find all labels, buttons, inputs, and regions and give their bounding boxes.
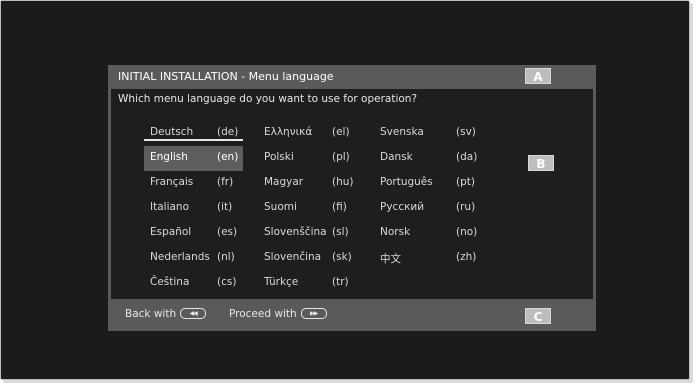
language-list-area: Which menu language do you want to use f… (111, 89, 593, 299)
language-name[interactable]: Deutsch (150, 126, 193, 138)
language-name[interactable]: Ελληνικά (264, 126, 312, 138)
marker-c: C (525, 308, 551, 324)
dialog-title-bar: INITIAL INSTALLATION - Menu language A (108, 65, 596, 89)
language-code: (sv) (456, 126, 476, 138)
language-code: (en) (217, 151, 239, 163)
back-label: Back with (125, 308, 177, 320)
language-name[interactable]: Türkçe (264, 276, 298, 288)
rewind-icon: ◀◀ (180, 307, 207, 319)
language-code: (de) (217, 126, 239, 138)
language-name[interactable]: Nederlands (150, 251, 210, 263)
language-code: (pt) (456, 176, 475, 188)
language-name[interactable]: Русский (380, 201, 424, 213)
language-code: (fi) (332, 201, 347, 213)
language-code: (tr) (332, 276, 349, 288)
language-name[interactable]: Português (380, 176, 433, 188)
language-name[interactable]: Polski (264, 151, 294, 163)
language-code: (ru) (456, 201, 476, 213)
language-code: (nl) (217, 251, 235, 263)
marker-a: A (525, 68, 551, 84)
language-code: (it) (217, 201, 233, 213)
language-name[interactable]: Slovenščina (264, 226, 327, 238)
language-code: (el) (332, 126, 350, 138)
language-name[interactable]: Dansk (380, 151, 413, 163)
language-code: (hu) (332, 176, 354, 188)
proceed-hint[interactable]: Proceed with ▶▶ (229, 307, 327, 320)
dialog-footer: Back with ◀◀ Proceed with ▶▶ C (108, 301, 596, 331)
language-name[interactable]: Italiano (150, 201, 189, 213)
language-name[interactable]: Norsk (380, 226, 410, 238)
language-name[interactable]: English (150, 151, 188, 163)
proceed-label: Proceed with (229, 308, 297, 320)
language-code: (da) (456, 151, 478, 163)
language-name[interactable]: Español (150, 226, 191, 238)
language-code: (fr) (217, 176, 234, 188)
language-name[interactable]: Magyar (264, 176, 303, 188)
language-name[interactable]: Čeština (150, 276, 189, 288)
fast-forward-icon: ▶▶ (300, 307, 327, 319)
language-code: (sl) (332, 226, 349, 238)
language-code: (es) (217, 226, 238, 238)
selection-indicator-bar (144, 139, 243, 141)
installation-dialog: INITIAL INSTALLATION - Menu language A W… (108, 65, 596, 331)
language-name[interactable]: 中文 (380, 251, 401, 266)
tv-screen: INITIAL INSTALLATION - Menu language A W… (0, 0, 690, 380)
language-code: (no) (456, 226, 478, 238)
prompt-text: Which menu language do you want to use f… (118, 93, 418, 105)
language-code: (pl) (332, 151, 350, 163)
marker-b: B (528, 155, 554, 171)
language-code: (sk) (332, 251, 352, 263)
language-name[interactable]: Slovenčina (264, 251, 321, 263)
dialog-title: INITIAL INSTALLATION - Menu language (118, 70, 334, 83)
language-name[interactable]: Français (150, 176, 193, 188)
language-name[interactable]: Suomi (264, 201, 297, 213)
back-hint[interactable]: Back with ◀◀ (125, 307, 207, 320)
language-code: (zh) (456, 251, 477, 263)
language-name[interactable]: Svenska (380, 126, 424, 138)
language-code: (cs) (217, 276, 237, 288)
